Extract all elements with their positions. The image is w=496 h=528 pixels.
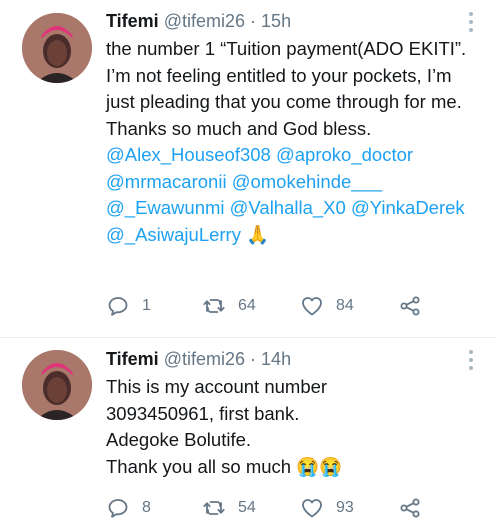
praying-hands-emoji: 🙏 xyxy=(246,223,270,245)
mention-link[interactable]: @_Ewawunmi xyxy=(106,197,225,218)
reply-button[interactable]: 1 xyxy=(106,292,151,320)
share-icon xyxy=(398,294,422,318)
retweet-icon xyxy=(202,294,226,318)
tweet-header: Tifemi @tifemi26 · 15h xyxy=(106,8,291,34)
tweet-header: Tifemi @tifemi26 · 14h xyxy=(106,346,291,372)
retweet-button[interactable]: 54 xyxy=(202,494,256,522)
tweet-text-line: Adegoke Bolutife. xyxy=(106,429,252,450)
time-separator: · xyxy=(250,11,257,31)
timestamp[interactable]: 14h xyxy=(261,349,291,369)
like-button[interactable]: 93 xyxy=(300,494,354,522)
mention-link[interactable]: @omokehinde___ xyxy=(232,171,382,192)
retweet-count: 54 xyxy=(238,499,256,516)
share-button[interactable] xyxy=(398,494,422,522)
share-icon xyxy=(398,496,422,520)
reply-button[interactable]: 8 xyxy=(106,494,151,522)
crying-face-emoji: 😭😭 xyxy=(296,455,343,477)
avatar[interactable] xyxy=(22,13,92,83)
more-options-icon[interactable] xyxy=(468,12,474,32)
heart-icon xyxy=(300,496,324,520)
tweet-text: the number 1 “Tuition payment(ADO EKITI”… xyxy=(106,36,481,248)
mention-link[interactable]: @Valhalla_X0 xyxy=(230,197,346,218)
tweet-text: This is my account number 3093450961, fi… xyxy=(106,374,481,480)
like-count: 93 xyxy=(336,499,354,516)
tweet[interactable]: Tifemi @tifemi26 · 15h the number 1 “Tui… xyxy=(0,0,496,338)
reply-icon xyxy=(106,294,130,318)
tweet-text-body: the number 1 “Tuition payment(ADO EKITI”… xyxy=(106,38,467,139)
timestamp[interactable]: 15h xyxy=(261,11,291,31)
user-handle[interactable]: @tifemi26 xyxy=(164,349,245,369)
tweet[interactable]: Tifemi @tifemi26 · 14h This is my accoun… xyxy=(0,338,496,528)
tweet-text-line: This is my account number xyxy=(106,376,328,397)
reply-icon xyxy=(106,496,130,520)
retweet-icon xyxy=(202,496,226,520)
reply-count: 8 xyxy=(142,499,151,516)
avatar[interactable] xyxy=(22,350,92,420)
user-handle[interactable]: @tifemi26 xyxy=(164,11,245,31)
tweet-text-line: Thank you all so much 😭😭 xyxy=(106,454,481,481)
share-button[interactable] xyxy=(398,292,422,320)
mention-link[interactable]: @_AsiwajuLerry xyxy=(106,224,241,245)
display-name[interactable]: Tifemi xyxy=(106,349,159,369)
display-name[interactable]: Tifemi xyxy=(106,11,159,31)
like-count: 84 xyxy=(336,297,354,314)
tweet-actions: 1 64 84 xyxy=(106,292,436,320)
tweet-text-line: 3093450961, first bank. xyxy=(106,402,300,424)
tweet-text-line-content: Thank you all so much xyxy=(106,455,297,477)
reply-count: 1 xyxy=(142,297,151,314)
tweet-actions: 8 54 93 xyxy=(106,494,436,522)
mention-link[interactable]: @Alex_Houseof308 xyxy=(106,144,271,165)
retweet-count: 64 xyxy=(238,297,256,314)
retweet-button[interactable]: 64 xyxy=(202,292,256,320)
heart-icon xyxy=(300,294,324,318)
mention-link[interactable]: @YinkaDerek xyxy=(351,197,465,218)
mention-link[interactable]: @mrmacaronii xyxy=(106,171,227,192)
mention-link[interactable]: @aproko_doctor xyxy=(276,144,413,165)
like-button[interactable]: 84 xyxy=(300,292,354,320)
more-options-icon[interactable] xyxy=(468,350,474,370)
time-separator: · xyxy=(250,349,257,369)
